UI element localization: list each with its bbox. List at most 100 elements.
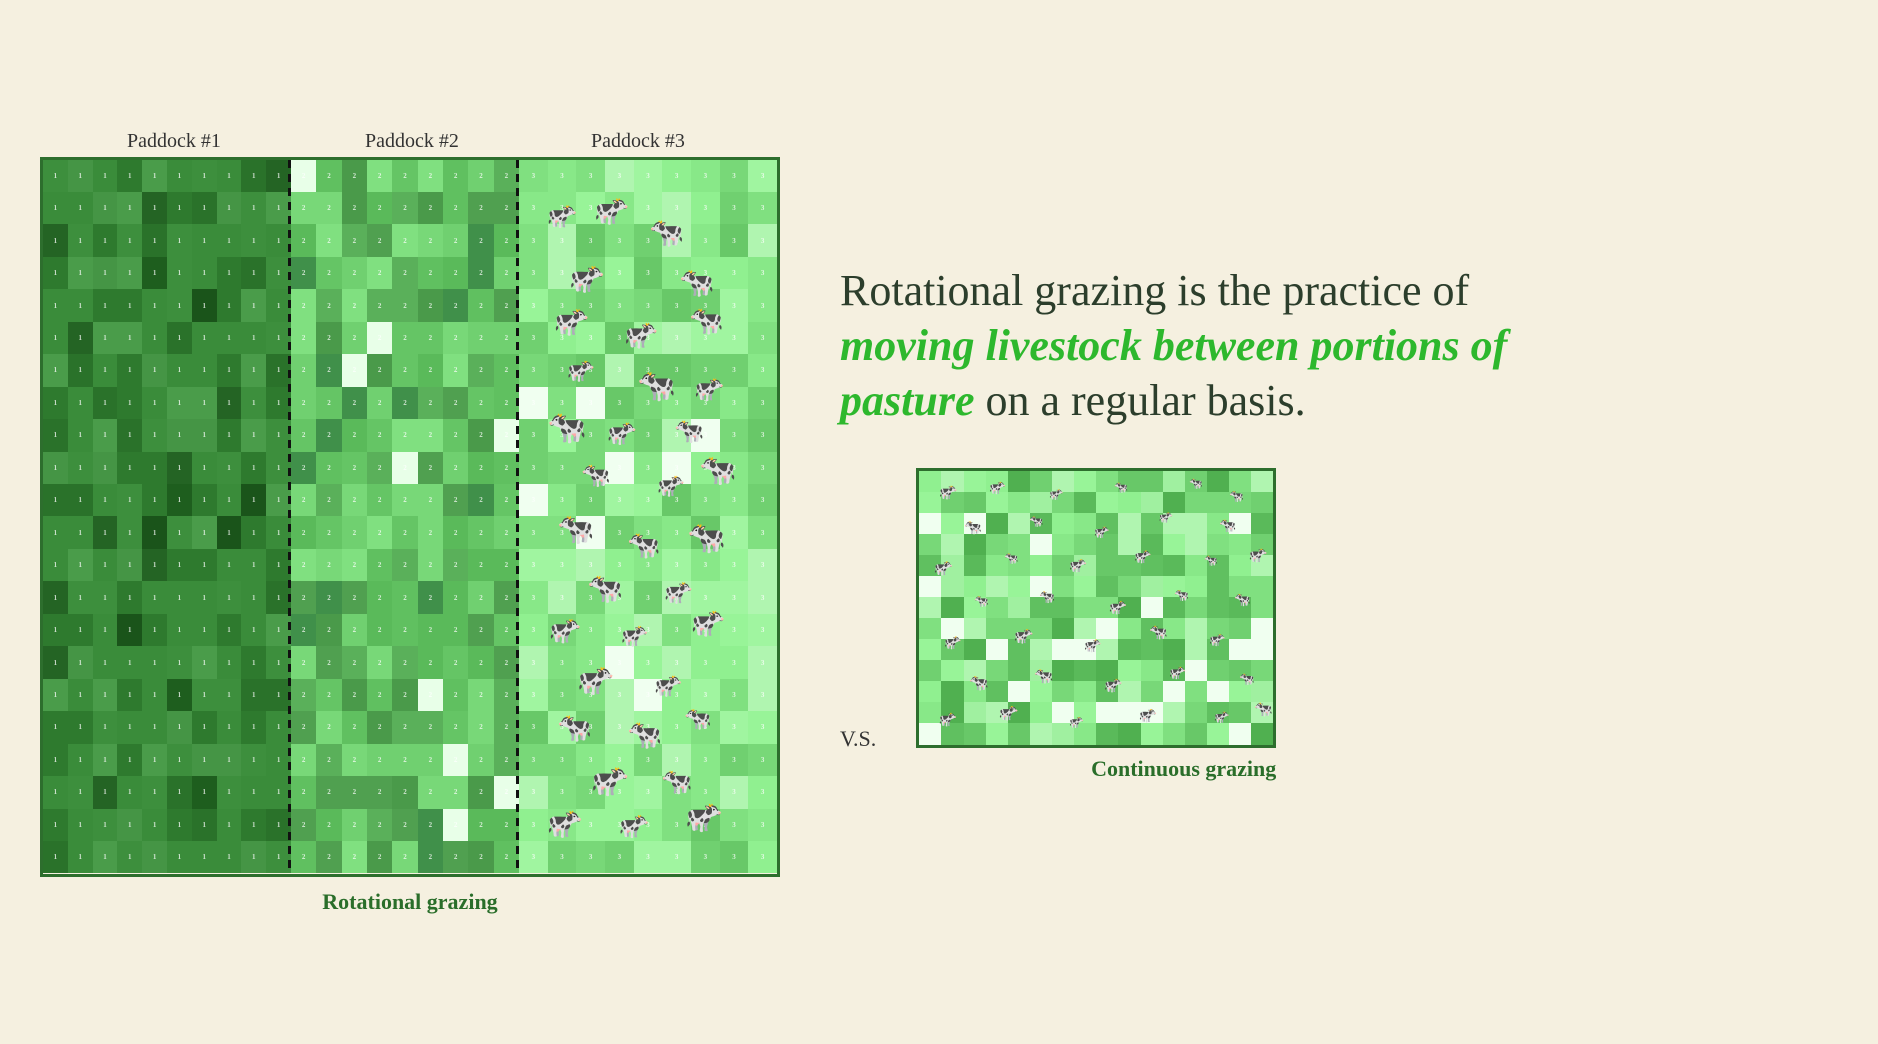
small-grid-cell xyxy=(1118,471,1140,492)
grid-cell: 1 xyxy=(192,711,217,743)
small-grid-cell xyxy=(986,597,1008,618)
grid-cell: 3 xyxy=(576,549,605,581)
grid-cell: 1 xyxy=(142,452,167,484)
grid-cell: 3 xyxy=(519,809,548,841)
grid-cell: 2 xyxy=(418,322,443,354)
comparison-row: V.S. 🐄🐄🐄🐄🐄🐄🐄🐄🐄🐄🐄🐄🐄🐄🐄🐄🐄🐄🐄🐄🐄🐄🐄🐄🐄🐄🐄🐄🐄🐄🐄🐄🐄🐄🐄… xyxy=(840,468,1838,782)
grid-cell: 3 xyxy=(576,419,605,451)
grid-cell: 3 xyxy=(691,419,720,451)
grid-cell: 1 xyxy=(93,354,118,386)
grid-cell: 1 xyxy=(117,581,142,613)
grid-cell: 1 xyxy=(68,581,93,613)
grid-cell: 3 xyxy=(748,841,777,873)
grid-cell: 1 xyxy=(192,484,217,516)
small-grid-cell xyxy=(1074,681,1096,702)
grid-cell: 3 xyxy=(691,809,720,841)
grid-cell: 2 xyxy=(443,289,468,321)
small-grid-cell xyxy=(1118,681,1140,702)
grid-cell: 2 xyxy=(468,322,493,354)
grid-cell: 2 xyxy=(367,289,392,321)
grid-cell: 1 xyxy=(142,711,167,743)
grid-cell: 3 xyxy=(576,192,605,224)
small-grid-cell xyxy=(1030,576,1052,597)
grid-cell: 1 xyxy=(142,776,167,808)
small-grid-cell xyxy=(964,660,986,681)
grid-cell: 3 xyxy=(634,484,663,516)
small-grid-cell xyxy=(1052,576,1074,597)
small-grid-cell xyxy=(941,681,963,702)
grid-cell: 3 xyxy=(548,484,577,516)
grid-cell: 3 xyxy=(548,841,577,873)
small-grid-cell xyxy=(1163,618,1185,639)
grid-cell: 3 xyxy=(605,257,634,289)
grid-cell: 3 xyxy=(748,160,777,192)
small-grid-cell xyxy=(1141,618,1163,639)
small-grid-cell xyxy=(1008,618,1030,639)
grid-cell: 2 xyxy=(342,289,367,321)
small-grid-cell xyxy=(1207,702,1229,723)
grid-cell: 1 xyxy=(68,614,93,646)
grid-cell: 2 xyxy=(367,614,392,646)
grid-cell: 3 xyxy=(691,549,720,581)
grid-cell: 3 xyxy=(576,322,605,354)
grid-cell: 2 xyxy=(316,484,341,516)
small-grid-cell xyxy=(1030,534,1052,555)
small-grid-cell xyxy=(1185,513,1207,534)
rotational-grazing-section: Paddock #1 Paddock #2 Paddock #3 1111111… xyxy=(40,130,780,915)
small-grid-cell xyxy=(986,471,1008,492)
grid-cell: 3 xyxy=(605,809,634,841)
small-grid-cell xyxy=(1096,639,1118,660)
grid-cell: 2 xyxy=(367,484,392,516)
grid-cell: 1 xyxy=(68,744,93,776)
grid-cell: 3 xyxy=(662,192,691,224)
small-grid-cell xyxy=(1207,576,1229,597)
description-text: Rotational grazing is the practice of mo… xyxy=(840,263,1520,428)
grid-cell: 1 xyxy=(192,679,217,711)
grid-cell: 3 xyxy=(519,581,548,613)
grid-cell: 3 xyxy=(519,160,548,192)
grid-cell: 3 xyxy=(634,387,663,419)
grid-cell: 3 xyxy=(634,419,663,451)
small-grid-cell xyxy=(1207,639,1229,660)
rotational-grazing-caption: Rotational grazing xyxy=(322,889,497,915)
small-grid-cell xyxy=(1229,702,1251,723)
grid-cell: 1 xyxy=(93,711,118,743)
grid-cell: 2 xyxy=(342,679,367,711)
grid-cell: 3 xyxy=(691,160,720,192)
grid-cell: 2 xyxy=(418,549,443,581)
grid-cell: 2 xyxy=(418,289,443,321)
grid-cell: 2 xyxy=(443,776,468,808)
grid-cell: 2 xyxy=(342,646,367,678)
grid-cell: 1 xyxy=(43,679,68,711)
grid-cell: 1 xyxy=(68,776,93,808)
continuous-grazing-section: 🐄🐄🐄🐄🐄🐄🐄🐄🐄🐄🐄🐄🐄🐄🐄🐄🐄🐄🐄🐄🐄🐄🐄🐄🐄🐄🐄🐄🐄🐄🐄🐄🐄🐄🐄🐄🐄🐄 C… xyxy=(916,468,1276,782)
paddock-1-label: Paddock #1 xyxy=(50,130,298,153)
grid-cell: 1 xyxy=(142,841,167,873)
grid-cell: 1 xyxy=(167,679,192,711)
grid-cell: 3 xyxy=(720,387,749,419)
grid-cell: 1 xyxy=(68,387,93,419)
grid-cell: 3 xyxy=(634,516,663,548)
small-grid-cell xyxy=(941,576,963,597)
grid-cell: 1 xyxy=(192,419,217,451)
grid-cell: 3 xyxy=(576,160,605,192)
paddock-3-label: Paddock #3 xyxy=(526,130,750,153)
grid-cell: 1 xyxy=(93,809,118,841)
grid-cell: 1 xyxy=(241,809,266,841)
grid-cell: 1 xyxy=(192,387,217,419)
grid-cell: 2 xyxy=(342,744,367,776)
grid-cell: 2 xyxy=(291,646,316,678)
grid-cell: 2 xyxy=(291,744,316,776)
grid-cell: 2 xyxy=(418,192,443,224)
grid-cell: 2 xyxy=(443,841,468,873)
small-grid-cell xyxy=(1074,639,1096,660)
grid-cell: 3 xyxy=(519,354,548,386)
grid-cell: 3 xyxy=(548,516,577,548)
grid-cell: 3 xyxy=(720,614,749,646)
small-grid-cell xyxy=(1074,534,1096,555)
grid-cell: 3 xyxy=(634,679,663,711)
grid-cell: 1 xyxy=(241,614,266,646)
small-grid-cell xyxy=(1163,534,1185,555)
grid-cell: 3 xyxy=(720,484,749,516)
grid-cell: 2 xyxy=(342,711,367,743)
